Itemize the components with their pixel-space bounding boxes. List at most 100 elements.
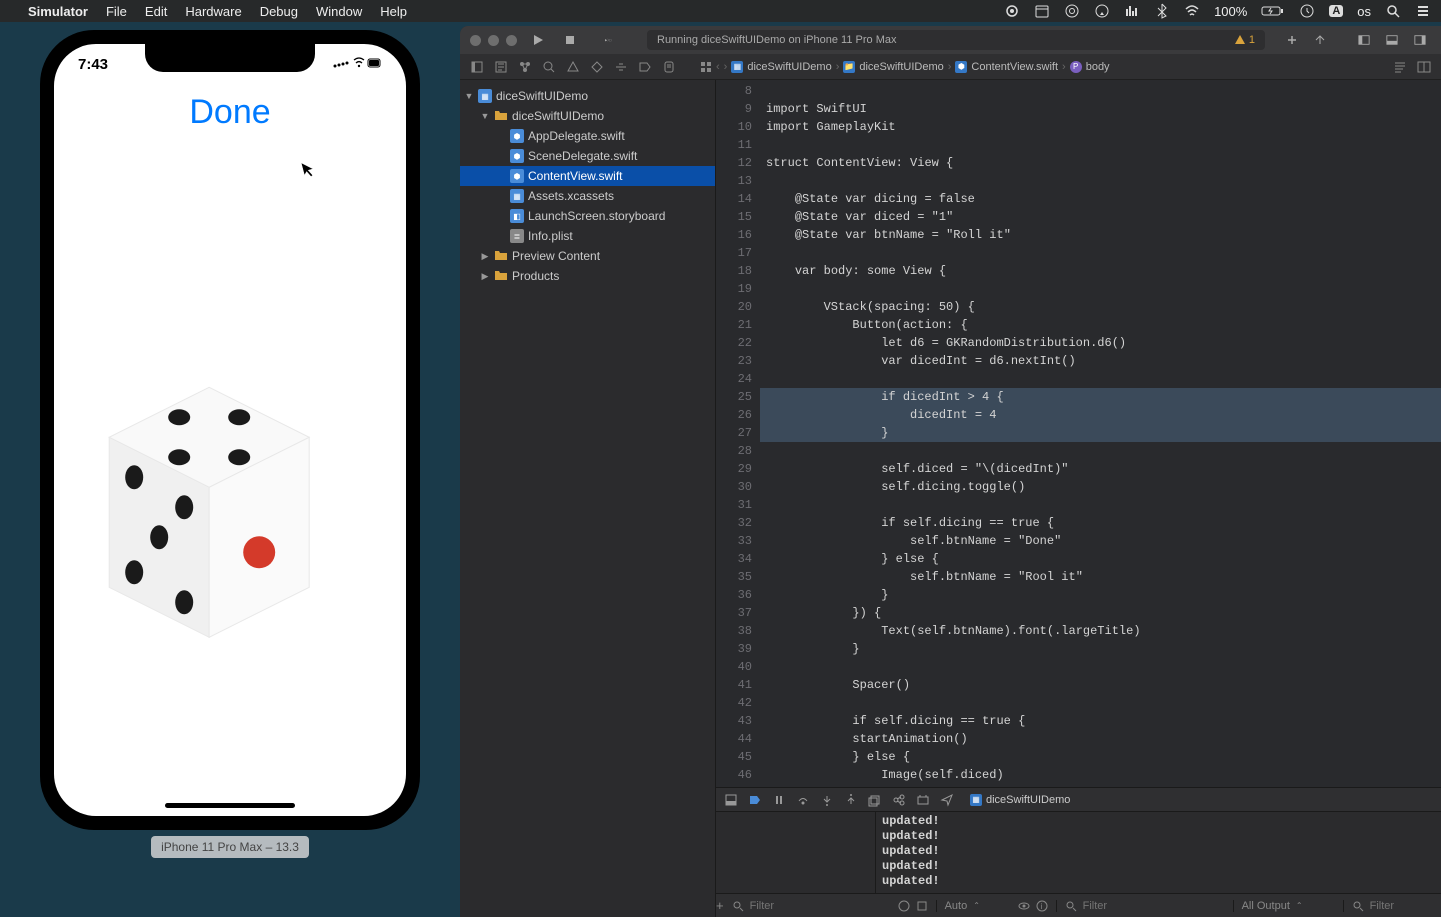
code-line-45[interactable]: } else { <box>760 748 1441 766</box>
minimap-icon[interactable] <box>1393 60 1407 74</box>
close-window-icon[interactable] <box>470 35 481 46</box>
code-editor[interactable]: 8910111213141516171819202122232425262728… <box>716 80 1441 787</box>
debug-target[interactable]: diceSwiftUIDemo <box>986 794 1070 806</box>
code-line-34[interactable]: } else { <box>760 550 1441 568</box>
menu-edit[interactable]: Edit <box>145 4 167 19</box>
library-button[interactable] <box>1309 31 1331 49</box>
scheme-selector[interactable]: ▶⟩▢ <box>591 31 631 49</box>
console-output[interactable]: updated!updated!updated!updated!updated! <box>876 812 1441 893</box>
code-line-25[interactable]: if dicedInt > 4 { <box>760 388 1441 406</box>
split-editor-icon[interactable] <box>1417 60 1431 74</box>
sim-done-button[interactable]: Done <box>54 93 406 132</box>
code-line-33[interactable]: self.btnName = "Done" <box>760 532 1441 550</box>
menu-window[interactable]: Window <box>316 4 362 19</box>
code-line-17[interactable] <box>760 244 1441 262</box>
nav-project-icon[interactable] <box>470 60 484 74</box>
crumb-file[interactable]: ContentView.swift <box>971 61 1058 73</box>
activity-icon[interactable] <box>1124 3 1140 19</box>
variables-view[interactable] <box>716 812 876 893</box>
nav-debug-icon[interactable] <box>614 60 628 74</box>
code-line-43[interactable]: if self.dicing == true { <box>760 712 1441 730</box>
info-icon[interactable]: i <box>1036 900 1048 912</box>
nav-item-diceswiftuidemo[interactable]: ▼diceSwiftUIDemo <box>460 106 715 126</box>
console-filter-input[interactable] <box>1083 900 1225 912</box>
auto-label[interactable]: Auto <box>945 900 968 912</box>
code-line-16[interactable]: @State var btnName = "Roll it" <box>760 226 1441 244</box>
input-source-icon[interactable]: A <box>1329 5 1343 17</box>
code-line-30[interactable]: self.dicing.toggle() <box>760 478 1441 496</box>
forward-icon[interactable]: › <box>724 61 728 73</box>
code-line-22[interactable]: let d6 = GKRandomDistribution.d6() <box>760 334 1441 352</box>
code-line-10[interactable]: import GameplayKit <box>760 118 1441 136</box>
code-line-18[interactable]: var body: some View { <box>760 262 1441 280</box>
nav-panel-toggle[interactable] <box>1353 31 1375 49</box>
menu-hardware[interactable]: Hardware <box>185 4 241 19</box>
menubar-user[interactable]: os <box>1357 4 1371 19</box>
zoom-window-icon[interactable] <box>506 35 517 46</box>
nav-source-icon[interactable] <box>494 60 508 74</box>
at-icon[interactable] <box>1064 3 1080 19</box>
menu-debug[interactable]: Debug <box>260 4 298 19</box>
code-line-21[interactable]: Button(action: { <box>760 316 1441 334</box>
step-over-icon[interactable] <box>796 793 810 807</box>
nav-report-icon[interactable] <box>662 60 676 74</box>
nav-test-icon[interactable] <box>590 60 604 74</box>
eye-icon[interactable] <box>1018 900 1030 912</box>
nav-item-launchscreen-storyboard[interactable]: ◧LaunchScreen.storyboard <box>460 206 715 226</box>
menu-help[interactable]: Help <box>380 4 407 19</box>
breadcrumb[interactable]: ‹ › ▦ diceSwiftUIDemo› 📁 diceSwiftUIDemo… <box>696 61 1110 73</box>
nav-item-info-plist[interactable]: ≣Info.plist <box>460 226 715 246</box>
code-line-23[interactable]: var dicedInt = d6.nextInt() <box>760 352 1441 370</box>
nav-item-appdelegate-swift[interactable]: ⬢AppDelegate.swift <box>460 126 715 146</box>
nav-breakpoint-icon[interactable] <box>638 60 652 74</box>
code-line-38[interactable]: Text(self.btnName).font(.largeTitle) <box>760 622 1441 640</box>
code-line-8[interactable] <box>760 82 1441 100</box>
run-button[interactable] <box>527 31 549 49</box>
code-line-26[interactable]: dicedInt = 4 <box>760 406 1441 424</box>
output-filter-input[interactable] <box>1370 900 1441 912</box>
related-items-icon[interactable] <box>700 61 712 73</box>
iphone-screen[interactable]: 7:43 Done <box>54 44 406 816</box>
step-in-icon[interactable] <box>820 793 834 807</box>
nav-item-diceswiftuidemo[interactable]: ▼▦diceSwiftUIDemo <box>460 86 715 106</box>
activity-status[interactable]: Running diceSwiftUIDemo on iPhone 11 Pro… <box>647 30 1265 50</box>
pause-icon[interactable] <box>772 793 786 807</box>
code-line-35[interactable]: self.btnName = "Rool it" <box>760 568 1441 586</box>
hide-debug-icon[interactable] <box>724 793 738 807</box>
nav-find-icon[interactable] <box>542 60 556 74</box>
nav-item-products[interactable]: ▶Products <box>460 266 715 286</box>
debug-panel-toggle[interactable] <box>1381 31 1403 49</box>
menubar-app-name[interactable]: Simulator <box>28 4 88 19</box>
code-line-12[interactable]: struct ContentView: View { <box>760 154 1441 172</box>
nav-item-assets-xcassets[interactable]: ▦Assets.xcassets <box>460 186 715 206</box>
all-output-label[interactable]: All Output <box>1242 900 1290 912</box>
environment-icon[interactable] <box>916 793 930 807</box>
notifications-icon[interactable] <box>1415 3 1431 19</box>
code-line-27[interactable]: } <box>760 424 1441 442</box>
nav-item-contentview-swift[interactable]: ⬢ContentView.swift <box>460 166 715 186</box>
crumb-folder[interactable]: diceSwiftUIDemo <box>859 61 943 73</box>
stop-button[interactable] <box>559 31 581 49</box>
minimize-window-icon[interactable] <box>488 35 499 46</box>
code-line-37[interactable]: }) { <box>760 604 1441 622</box>
code-line-20[interactable]: VStack(spacing: 50) { <box>760 298 1441 316</box>
code-line-32[interactable]: if self.dicing == true { <box>760 514 1441 532</box>
code-line-31[interactable] <box>760 496 1441 514</box>
memory-graph-icon[interactable] <box>892 793 906 807</box>
code-line-13[interactable] <box>760 172 1441 190</box>
calendar-icon[interactable] <box>1034 3 1050 19</box>
code-line-28[interactable] <box>760 442 1441 460</box>
code-line-29[interactable]: self.diced = "\(dicedInt)" <box>760 460 1441 478</box>
code-line-36[interactable]: } <box>760 586 1441 604</box>
back-icon[interactable]: ‹ <box>716 61 720 73</box>
variables-filter-input[interactable] <box>750 900 892 912</box>
clock-filter-icon[interactable] <box>898 900 910 912</box>
inspector-panel-toggle[interactable] <box>1409 31 1431 49</box>
code-line-41[interactable]: Spacer() <box>760 676 1441 694</box>
code-line-42[interactable] <box>760 694 1441 712</box>
code-line-14[interactable]: @State var dicing = false <box>760 190 1441 208</box>
crumb-project[interactable]: diceSwiftUIDemo <box>747 61 831 73</box>
add-button[interactable] <box>1281 31 1303 49</box>
code-line-46[interactable]: Image(self.diced) <box>760 766 1441 784</box>
home-indicator[interactable] <box>165 803 295 808</box>
